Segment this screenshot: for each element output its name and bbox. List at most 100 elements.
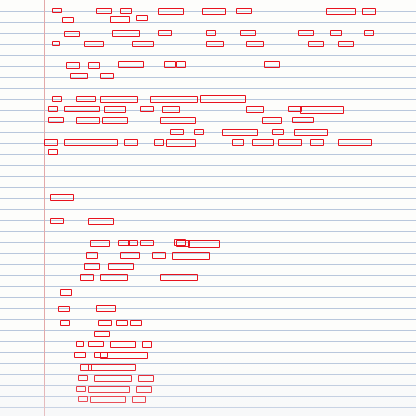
- highlight-region: [308, 41, 324, 47]
- highlight-region: [64, 139, 118, 146]
- highlight-region: [158, 8, 184, 15]
- highlight-region: [110, 341, 136, 348]
- highlight-region: [158, 30, 172, 36]
- highlight-region: [96, 305, 116, 312]
- highlight-region: [362, 8, 376, 15]
- highlight-region: [116, 320, 128, 326]
- highlight-region: [236, 8, 252, 14]
- highlight-region: [76, 386, 86, 392]
- highlight-region: [132, 396, 146, 403]
- highlight-region: [310, 139, 324, 146]
- highlight-region: [94, 375, 132, 382]
- highlight-region: [100, 73, 114, 79]
- highlight-region: [294, 129, 328, 136]
- highlight-region: [200, 95, 246, 103]
- highlight-region: [130, 320, 142, 326]
- highlight-region: [364, 30, 374, 36]
- highlight-region: [222, 129, 258, 136]
- highlight-region: [262, 117, 282, 124]
- highlight-region: [50, 218, 64, 224]
- highlight-region: [140, 106, 154, 112]
- highlight-region: [108, 263, 134, 270]
- highlight-region: [140, 240, 154, 246]
- highlight-region: [154, 139, 164, 146]
- highlight-region: [100, 96, 138, 103]
- highlight-region: [88, 218, 114, 225]
- highlight-region: [206, 30, 216, 36]
- highlight-region: [300, 106, 344, 114]
- paper-shading: [0, 356, 416, 416]
- highlight-region: [100, 274, 128, 281]
- highlight-region: [150, 96, 198, 103]
- highlight-region: [76, 341, 84, 347]
- highlight-region: [162, 106, 180, 113]
- highlight-region: [110, 16, 130, 23]
- highlight-region: [60, 289, 72, 296]
- highlight-region: [64, 31, 80, 37]
- highlight-region: [64, 106, 100, 112]
- margin-rule: [44, 0, 45, 416]
- highlight-region: [58, 306, 70, 312]
- highlight-region: [232, 139, 244, 146]
- highlight-region: [326, 8, 356, 15]
- highlight-region: [88, 62, 100, 69]
- highlight-region: [96, 8, 112, 14]
- highlight-region: [60, 320, 70, 326]
- highlight-region: [44, 139, 58, 146]
- highlight-region: [76, 117, 100, 124]
- highlight-region: [84, 263, 100, 270]
- highlight-region: [246, 41, 264, 47]
- highlight-region: [52, 41, 60, 46]
- highlight-region: [292, 117, 314, 123]
- highlight-region: [164, 61, 176, 68]
- highlight-region: [152, 252, 166, 259]
- highlight-region: [78, 375, 88, 381]
- highlight-region: [76, 96, 96, 102]
- highlight-region: [94, 331, 110, 337]
- highlight-region: [90, 240, 110, 247]
- highlight-region: [52, 8, 62, 13]
- highlight-region: [160, 117, 196, 124]
- highlight-region: [138, 375, 154, 382]
- highlight-region: [338, 139, 372, 146]
- highlight-region: [128, 240, 138, 246]
- highlight-region: [78, 396, 88, 402]
- highlight-region: [100, 352, 148, 359]
- highlight-region: [136, 15, 148, 21]
- notebook-page: [0, 0, 416, 416]
- highlight-region: [62, 17, 74, 23]
- highlight-region: [102, 117, 128, 124]
- highlight-region: [120, 8, 132, 14]
- highlight-region: [86, 252, 98, 259]
- highlight-region: [120, 252, 140, 259]
- highlight-region: [188, 240, 220, 248]
- highlight-region: [298, 30, 314, 36]
- highlight-region: [50, 194, 74, 201]
- highlight-region: [132, 41, 154, 47]
- highlight-region: [48, 149, 58, 155]
- highlight-region: [206, 41, 224, 47]
- highlight-region: [170, 129, 184, 135]
- highlight-region: [330, 30, 342, 36]
- highlight-region: [278, 139, 302, 146]
- highlight-region: [48, 106, 58, 112]
- highlight-region: [252, 139, 274, 146]
- highlight-region: [84, 41, 104, 47]
- highlight-region: [90, 396, 126, 403]
- highlight-region: [176, 61, 186, 68]
- highlight-region: [124, 139, 138, 146]
- highlight-region: [98, 320, 112, 326]
- highlight-region: [166, 139, 196, 147]
- highlight-region: [80, 274, 94, 281]
- highlight-region: [246, 106, 264, 113]
- highlight-region: [264, 61, 280, 68]
- highlight-region: [88, 341, 104, 347]
- highlight-region: [74, 352, 86, 358]
- highlight-region: [142, 341, 152, 348]
- highlight-region: [118, 61, 144, 68]
- highlight-region: [338, 41, 354, 47]
- highlight-region: [70, 73, 88, 79]
- highlight-region: [48, 117, 64, 123]
- highlight-region: [104, 106, 126, 113]
- highlight-region: [272, 129, 284, 135]
